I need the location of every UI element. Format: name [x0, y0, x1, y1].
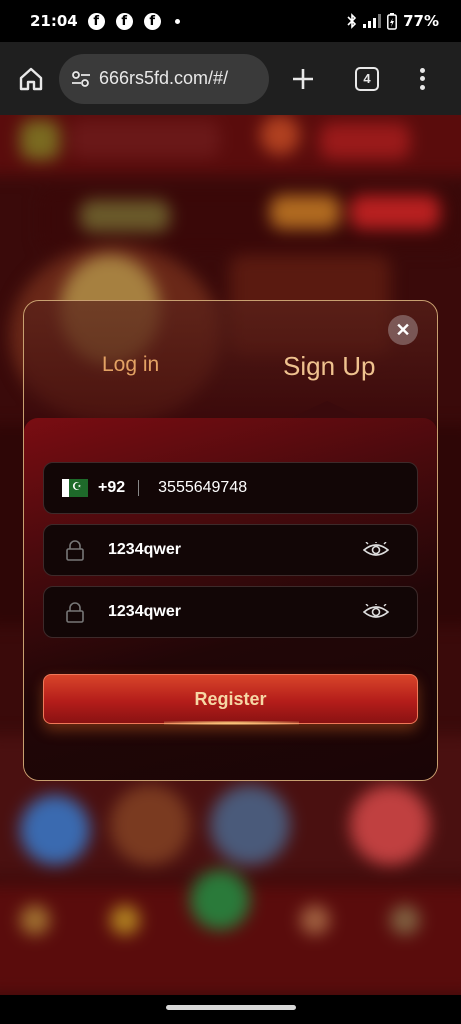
phone-input[interactable]: 3555649748 [158, 479, 247, 497]
status-time: 21:04 [30, 12, 78, 30]
bluetooth-icon [347, 13, 357, 29]
confirm-password-input[interactable]: 1234qwer [108, 603, 181, 621]
field-divider [138, 480, 140, 496]
status-right: 77% [347, 12, 439, 30]
url-text: 666rs5fd.com/#/ [99, 68, 229, 88]
password-input[interactable]: 1234qwer [108, 541, 181, 559]
overflow-menu-icon[interactable] [419, 67, 425, 90]
tab-switcher-button[interactable]: 4 [355, 66, 379, 91]
address-bar[interactable]: 666rs5fd.com/#/ [59, 53, 269, 104]
tab-signup[interactable]: Sign Up [283, 351, 376, 382]
tab-login[interactable]: Log in [102, 353, 159, 377]
phone-field[interactable]: +92 3555649748 [43, 462, 418, 514]
pakistan-flag-icon[interactable] [62, 479, 88, 497]
facebook-icon: f [115, 12, 133, 30]
status-bar: 21:04 f f f 77% [0, 0, 461, 42]
lock-icon [66, 540, 84, 561]
eye-icon[interactable] [363, 542, 389, 558]
site-settings-icon[interactable] [71, 70, 91, 88]
lock-icon [66, 602, 84, 623]
notification-dot-icon [174, 18, 180, 24]
new-tab-icon[interactable] [291, 67, 315, 91]
battery-percent: 77% [403, 12, 439, 30]
gesture-nav-bar [0, 995, 461, 1024]
register-label: Register [194, 688, 267, 709]
button-glow [164, 721, 299, 725]
register-button[interactable]: Register [43, 674, 418, 725]
eye-icon[interactable] [363, 604, 389, 620]
facebook-icon: f [143, 12, 161, 30]
signal-icon [363, 14, 382, 28]
password-field[interactable]: 1234qwer [43, 524, 418, 576]
auth-modal: ✕ Log in Sign Up +92 3555649748 1234qwer… [23, 300, 438, 781]
confirm-password-field[interactable]: 1234qwer [43, 586, 418, 638]
active-tab-indicator [289, 401, 365, 419]
browser-toolbar: 666rs5fd.com/#/ 4 [0, 42, 461, 115]
facebook-icon: f [87, 12, 105, 30]
home-icon[interactable] [17, 65, 45, 93]
country-code[interactable]: +92 [98, 479, 125, 497]
close-button[interactable]: ✕ [388, 315, 418, 345]
home-gesture-handle[interactable] [166, 1005, 296, 1010]
battery-charging-icon [387, 12, 398, 30]
